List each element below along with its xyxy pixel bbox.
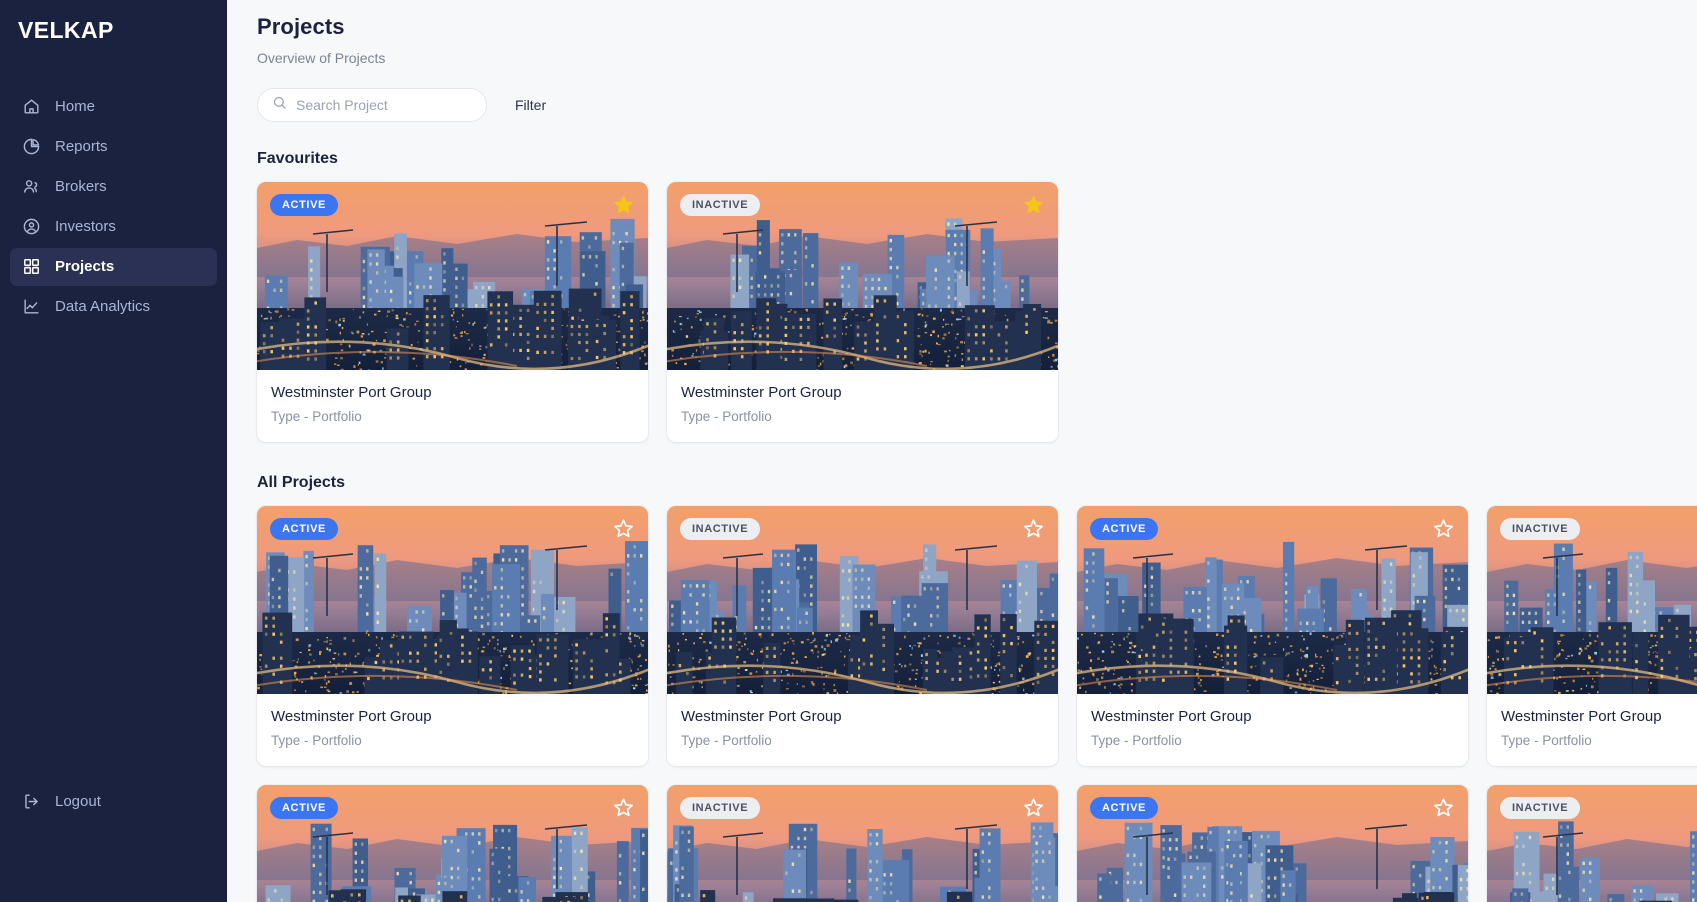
home-icon [22, 97, 41, 116]
project-subtitle: Type - Portfolio [681, 409, 772, 424]
project-title: Westminster Port Group [271, 708, 432, 725]
status-badge: ACTIVE [1090, 797, 1158, 819]
favourites-section-title: Favourites [257, 150, 338, 167]
project-card[interactable]: ACTIVE Westminster Port Group Type - Portf… [257, 182, 648, 442]
project-card[interactable]: ACTIVE Westminster Port Group Type - Portf… [1077, 506, 1468, 766]
project-title: Westminster Port Group [1091, 708, 1252, 725]
sidebar-item-label: Home [55, 98, 96, 116]
sidebar-item-projects[interactable]: Projects [10, 247, 217, 286]
sidebar-item-brokers[interactable]: Brokers [10, 168, 217, 206]
project-thumbnail: ACTIVE [1077, 506, 1468, 694]
users-icon [22, 177, 41, 196]
project-title: Westminster Port Group [681, 384, 842, 401]
sidebar-item-data-analytics[interactable]: Data Analytics [10, 288, 217, 326]
star-outline-icon[interactable] [1433, 518, 1454, 539]
project-card-body: Westminster Port Group Type - Portfolio [667, 694, 1058, 766]
filter-button[interactable]: Filter [515, 97, 546, 113]
logout-icon [22, 792, 41, 811]
project-card[interactable]: INACTIVEWestminster Port GroupType - Por… [667, 785, 1058, 902]
project-card[interactable]: ACTIVE Westminster Port Group Type - Portf… [257, 506, 648, 766]
project-card[interactable]: INACTIVEWestminster Port GroupType - Por… [1487, 785, 1697, 902]
search-input[interactable] [296, 97, 472, 113]
project-card[interactable]: INACTIVE Westminster Port Group Type - Por… [667, 506, 1058, 766]
pie-chart-icon [22, 137, 41, 156]
star-outline-icon[interactable] [1023, 797, 1044, 818]
user-circle-icon [22, 217, 41, 236]
line-chart-icon [22, 297, 41, 316]
sidebar: VELKAP Home Reports Brokers Investors Projec… [0, 0, 227, 902]
grid-icon [22, 257, 41, 276]
favourites-grid: ACTIVE Westminster Port Group Type - Portf… [257, 182, 1697, 442]
project-card[interactable]: INACTIVE Westminster Port Group Type - Por… [667, 182, 1058, 442]
search-box[interactable] [257, 88, 487, 122]
project-subtitle: Type - Portfolio [271, 409, 362, 424]
all-projects-section-title: All Projects [257, 474, 346, 491]
sidebar-item-label: Reports [55, 138, 108, 156]
sidebar-item-label: Projects [55, 258, 115, 276]
project-thumbnail: INACTIVE [667, 506, 1058, 694]
sidebar-item-label: Data Analytics [55, 298, 151, 316]
status-badge: INACTIVE [1500, 797, 1581, 819]
sidebar-item-investors[interactable]: Investors [10, 208, 217, 246]
project-subtitle: Type - Portfolio [271, 733, 362, 748]
project-title: Westminster Port Group [1501, 708, 1662, 725]
star-outline-icon[interactable] [1433, 797, 1454, 818]
project-card-body: Westminster Port Group Type - Portfolio [257, 370, 648, 442]
project-card[interactable]: ACTIVEWestminster Port GroupType - Portf… [257, 785, 648, 902]
sidebar-item-label: Investors [55, 218, 116, 236]
project-thumbnail: INACTIVE [667, 785, 1058, 902]
status-badge: INACTIVE [1500, 518, 1581, 540]
toolbar: Filter [257, 88, 1697, 122]
logout-button[interactable]: Logout [10, 782, 217, 820]
status-badge: INACTIVE [680, 518, 761, 540]
status-badge: ACTIVE [1090, 518, 1158, 540]
star-filled-icon[interactable] [1023, 194, 1044, 215]
project-subtitle: Type - Portfolio [681, 733, 772, 748]
app-root: VELKAP Home Reports Brokers Investors Projec… [0, 0, 1697, 902]
page-subtitle: Overview of Projects [257, 50, 386, 66]
project-thumbnail: INACTIVE [1487, 785, 1697, 902]
project-card-body: Westminster Port Group Type - Portfolio [1487, 694, 1697, 766]
status-badge: ACTIVE [270, 194, 338, 216]
project-card-body: Westminster Port Group Type - Portfolio [257, 694, 648, 766]
project-thumbnail: ACTIVE [257, 506, 648, 694]
project-thumbnail: ACTIVE [1077, 785, 1468, 902]
project-thumbnail: INACTIVE [667, 182, 1058, 370]
page-title: Projects [257, 14, 345, 39]
status-badge: ACTIVE [270, 797, 338, 819]
status-badge: INACTIVE [680, 797, 761, 819]
sidebar-nav: Home Reports Brokers Investors Projects Data … [0, 88, 227, 326]
project-thumbnail: ACTIVE [257, 182, 648, 370]
project-title: Westminster Port Group [681, 708, 842, 725]
star-filled-icon[interactable] [613, 194, 634, 215]
all-projects-grid-row-2: ACTIVEWestminster Port GroupType - Portf… [257, 785, 1697, 902]
project-card-body: Westminster Port Group Type - Portfolio [667, 370, 1058, 442]
sidebar-item-reports[interactable]: Reports [10, 128, 217, 166]
project-subtitle: Type - Portfolio [1501, 733, 1592, 748]
logout-label: Logout [55, 792, 101, 810]
star-outline-icon[interactable] [1023, 518, 1044, 539]
main-content: Projects Overview of Projects Filter Fav… [227, 0, 1697, 902]
project-card-body: Westminster Port Group Type - Portfolio [1077, 694, 1468, 766]
status-badge: INACTIVE [680, 194, 761, 216]
project-subtitle: Type - Portfolio [1091, 733, 1182, 748]
project-card[interactable]: ACTIVEWestminster Port GroupType - Portf… [1077, 785, 1468, 902]
status-badge: ACTIVE [270, 518, 338, 540]
logout-section: Logout [0, 782, 227, 902]
search-icon [272, 95, 287, 115]
star-outline-icon[interactable] [613, 518, 634, 539]
project-thumbnail: ACTIVE [257, 785, 648, 902]
brand-logo: VELKAP [18, 17, 114, 43]
all-projects-grid-row-1: ACTIVE Westminster Port Group Type - Portf… [257, 506, 1697, 766]
project-card[interactable]: INACTIVE Westminster Port Group Type - Por… [1487, 506, 1697, 766]
star-outline-icon[interactable] [613, 797, 634, 818]
sidebar-item-home[interactable]: Home [10, 88, 217, 126]
project-title: Westminster Port Group [271, 384, 432, 401]
sidebar-item-label: Brokers [55, 178, 107, 196]
project-thumbnail: INACTIVE [1487, 506, 1697, 694]
